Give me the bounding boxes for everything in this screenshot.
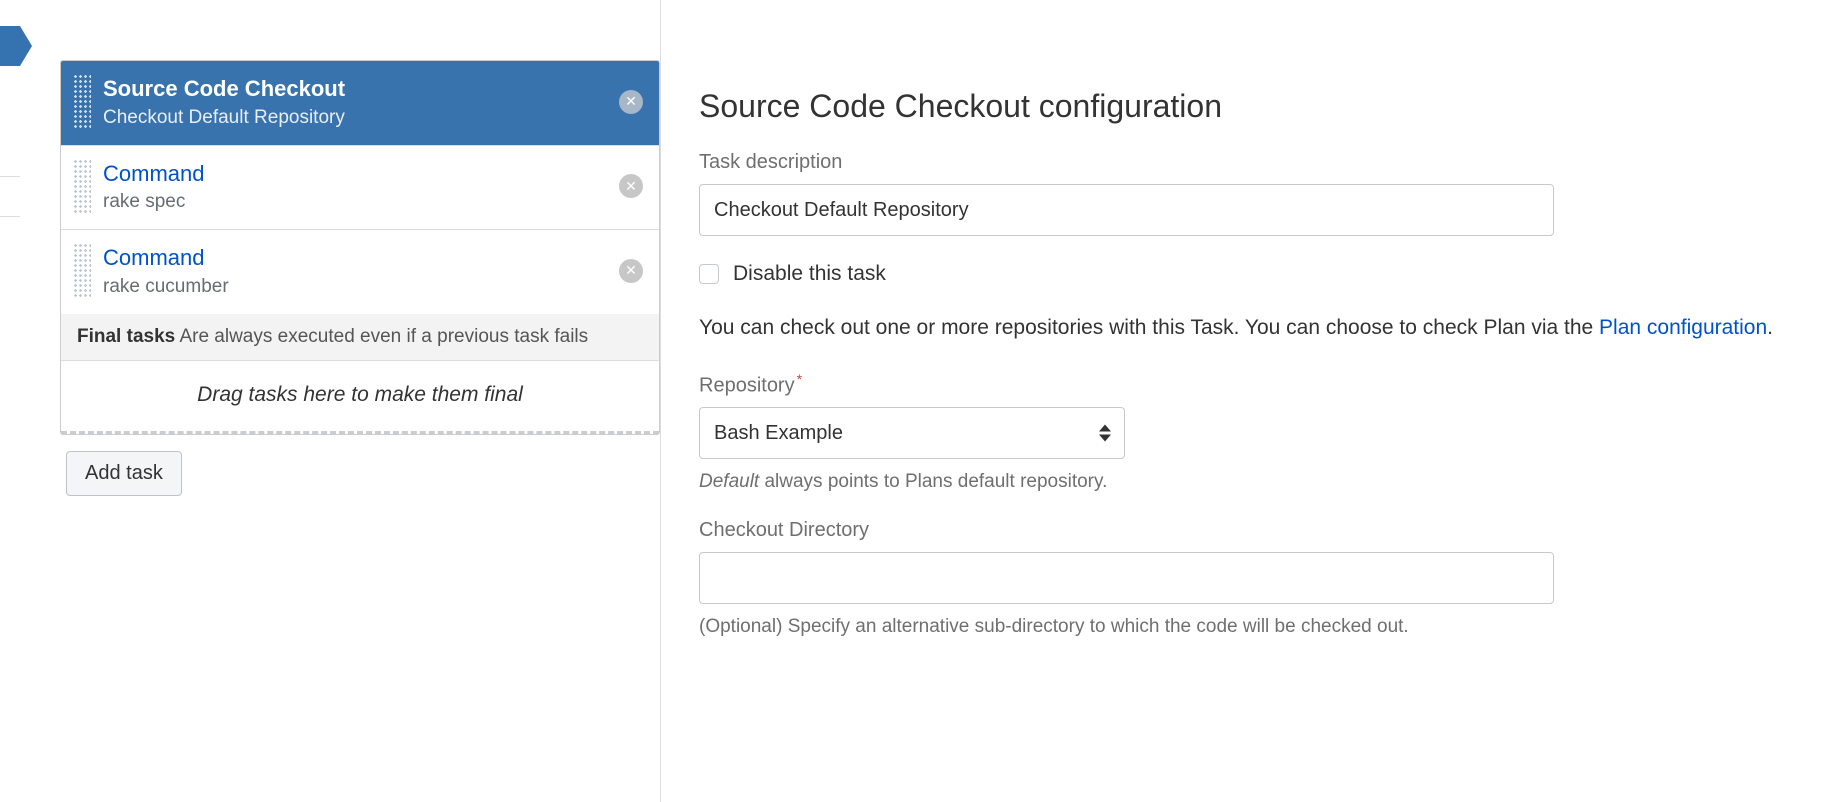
required-star-icon: *	[797, 371, 802, 387]
drag-handle-icon[interactable]	[73, 244, 91, 298]
config-title: Source Code Checkout configuration	[699, 88, 1832, 125]
task-title: Source Code Checkout	[103, 75, 619, 103]
repository-hint-rest: always points to Plans default repositor…	[759, 471, 1107, 492]
task-title: Command	[103, 160, 619, 188]
remove-task-button[interactable]: ✕	[619, 90, 643, 114]
task-desc: Checkout Default Repository	[103, 107, 619, 129]
final-tasks-dropzone[interactable]: Drag tasks here to make them final	[61, 361, 659, 434]
checkout-directory-input[interactable]	[699, 552, 1554, 604]
task-description-input[interactable]	[699, 184, 1554, 236]
config-info-text: You can check out one or more repositori…	[699, 312, 1832, 345]
repository-hint: Default always points to Plans default r…	[699, 471, 1832, 493]
repository-select[interactable]	[699, 407, 1125, 459]
final-tasks-label: Final tasks	[77, 326, 175, 347]
task-description-label: Task description	[699, 151, 1832, 174]
task-item-command-rake-spec[interactable]: Command rake spec ✕	[61, 146, 659, 231]
drag-handle-icon[interactable]	[73, 75, 91, 129]
task-desc: rake spec	[103, 191, 619, 213]
task-desc: rake cucumber	[103, 276, 619, 298]
final-tasks-header: Final tasks Are always executed even if …	[61, 314, 659, 361]
repository-label-text: Repository	[699, 374, 795, 396]
task-list: Source Code Checkout Checkout Default Re…	[60, 60, 660, 435]
left-rail	[0, 0, 20, 802]
remove-task-button[interactable]: ✕	[619, 174, 643, 198]
repository-label: Repository*	[699, 371, 1832, 398]
task-item-source-code-checkout[interactable]: Source Code Checkout Checkout Default Re…	[61, 61, 659, 146]
task-item-command-rake-cucumber[interactable]: Command rake cucumber ✕	[61, 230, 659, 314]
checkout-directory-label: Checkout Directory	[699, 519, 1832, 542]
close-icon: ✕	[625, 93, 637, 110]
config-panel: Source Code Checkout configuration Task …	[660, 0, 1832, 802]
disable-task-label: Disable this task	[733, 262, 886, 286]
disable-task-checkbox[interactable]	[699, 264, 719, 284]
final-tasks-sublabel: Are always executed even if a previous t…	[179, 326, 588, 347]
close-icon: ✕	[625, 262, 637, 279]
checkout-directory-hint: (Optional) Specify an alternative sub-di…	[699, 616, 1832, 638]
remove-task-button[interactable]: ✕	[619, 259, 643, 283]
plan-configuration-link[interactable]: Plan configuration	[1599, 316, 1767, 339]
repository-hint-italic: Default	[699, 471, 759, 492]
config-info-after: .	[1767, 316, 1773, 339]
close-icon: ✕	[625, 178, 637, 195]
active-tab-marker	[0, 26, 20, 66]
task-title: Command	[103, 244, 619, 272]
add-task-button[interactable]: Add task	[66, 451, 182, 496]
task-column: Source Code Checkout Checkout Default Re…	[20, 0, 660, 802]
config-info-before: You can check out one or more repositori…	[699, 316, 1599, 339]
drag-handle-icon[interactable]	[73, 160, 91, 214]
